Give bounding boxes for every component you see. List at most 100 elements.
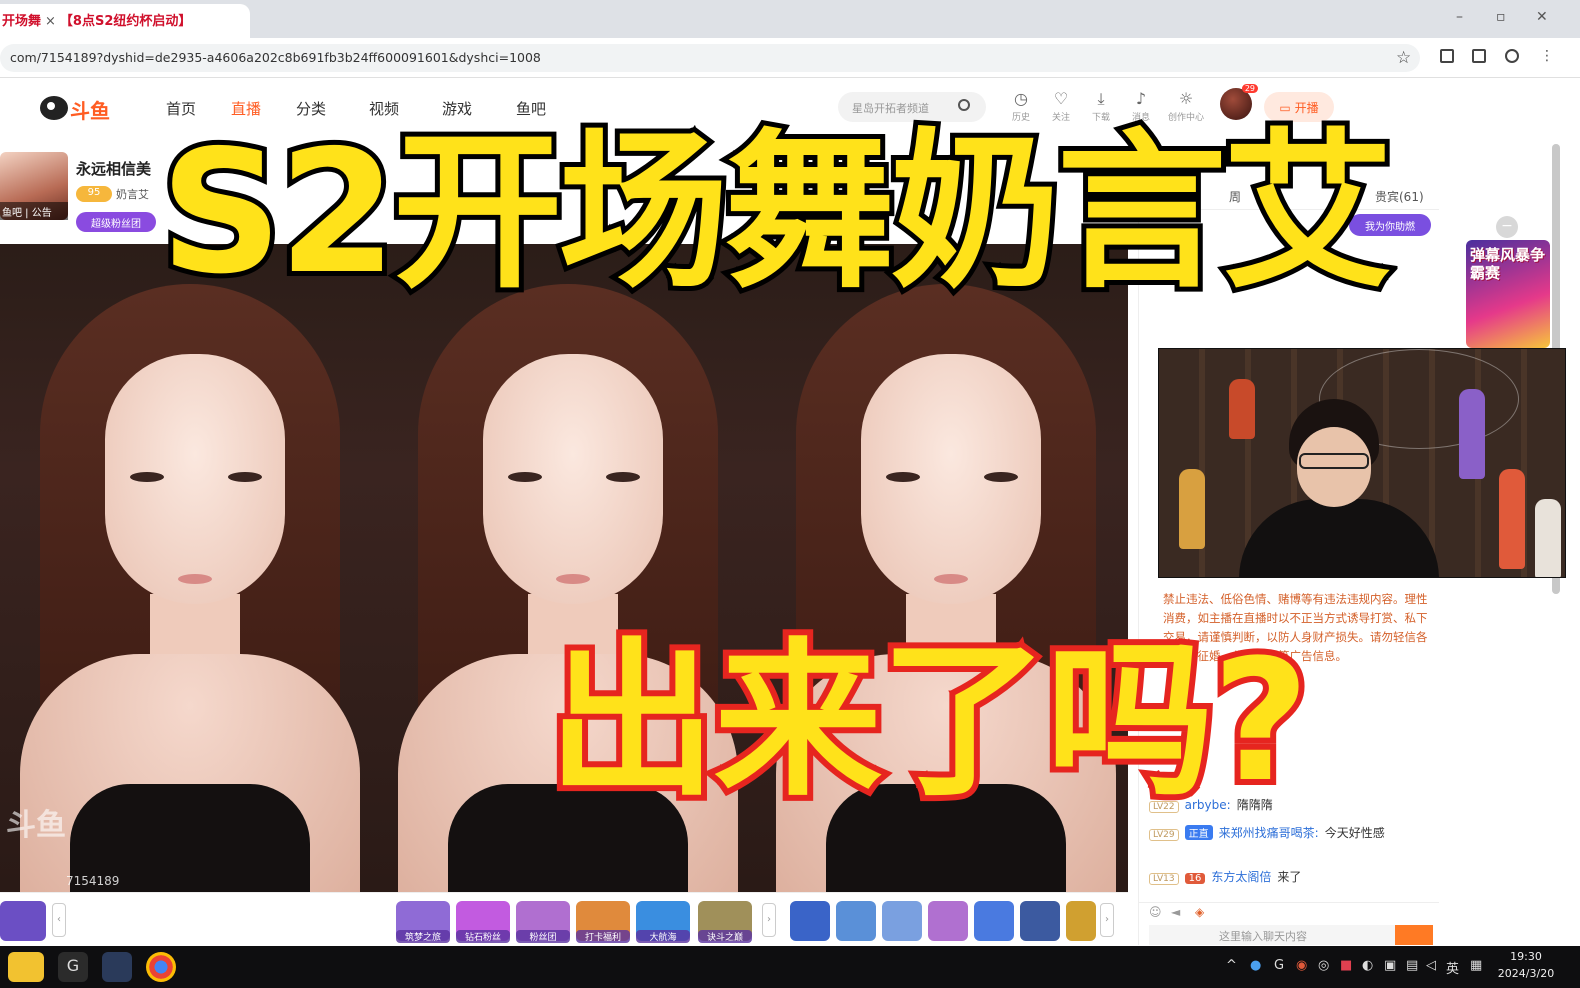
- gift-item[interactable]: 钻石粉丝: [456, 901, 510, 943]
- close-window-icon[interactable]: ✕: [1536, 9, 1548, 25]
- gift-item[interactable]: [974, 901, 1014, 941]
- profile-icon[interactable]: [1505, 49, 1519, 63]
- chrome-icon[interactable]: [146, 952, 176, 982]
- taskbar: G ^ ● G ◉ ◎ ■ ◐ ▣ ▤ ◁ 英 ▦ 19:30 2024/3/2…: [0, 946, 1580, 988]
- gift-item[interactable]: 诀斗之巅: [698, 901, 752, 943]
- chat-username[interactable]: 东方太阁倍: [1211, 870, 1271, 884]
- room-title: 永远相信美: [76, 160, 152, 178]
- gift-item[interactable]: [928, 901, 968, 941]
- gift-label: 诀斗之巅: [698, 930, 752, 943]
- bell-icon: ♪: [1135, 89, 1147, 108]
- gift-label: 打卡福利: [576, 930, 630, 943]
- bulb-icon: ☼: [1178, 89, 1194, 108]
- league-app-icon[interactable]: [102, 952, 132, 982]
- download-icon: ⤓: [1097, 89, 1105, 108]
- chat-message: LV29 正直 来郑州找痛哥喝茶: 今天好性感: [1149, 824, 1385, 841]
- tray-bluetooth-icon[interactable]: ●: [1250, 958, 1261, 973]
- maximize-icon[interactable]: ▫: [1496, 9, 1506, 25]
- gift-more-icon[interactable]: ›: [1100, 903, 1114, 937]
- gift-item[interactable]: 打卡福利: [576, 901, 630, 943]
- bookmark-star-icon[interactable]: ☆: [1396, 48, 1411, 68]
- start-stream-label: 开播: [1294, 101, 1319, 115]
- chat-input[interactable]: 这里输入聊天内容: [1149, 925, 1399, 945]
- send-button[interactable]: [1395, 925, 1433, 945]
- search-icon[interactable]: [958, 99, 970, 111]
- gift-label: 大航海: [636, 930, 690, 943]
- tray-expand-icon[interactable]: ^: [1226, 958, 1237, 973]
- clock-date: 2024/3/20: [1497, 967, 1555, 980]
- gift-item[interactable]: 大航海: [636, 901, 690, 943]
- heart-icon: ♡: [1053, 89, 1069, 108]
- anchor-name[interactable]: 奶言艾: [116, 186, 149, 202]
- tray-record-icon[interactable]: ■: [1340, 958, 1352, 973]
- webcam-overlay: [1158, 348, 1566, 578]
- fans-badge: 正直: [1184, 825, 1213, 840]
- megaphone-icon[interactable]: ◄: [1171, 905, 1180, 919]
- gift-item[interactable]: [1020, 901, 1060, 941]
- notice-tag[interactable]: 公告: [32, 208, 52, 219]
- task-hall-icon[interactable]: [0, 901, 46, 941]
- sidepanel-icon[interactable]: [1472, 49, 1486, 63]
- gift-item[interactable]: [882, 901, 922, 941]
- tab-title-extra: 【8点S2纽约杯启动】: [59, 14, 192, 29]
- tray-g-icon[interactable]: G: [1274, 958, 1284, 973]
- volume-icon[interactable]: ◁: [1426, 958, 1436, 973]
- gift-item[interactable]: [790, 901, 830, 941]
- gift-label: 筑梦之旅: [396, 930, 450, 943]
- gift-scroll-left-icon[interactable]: ‹: [52, 903, 66, 937]
- streamer-avatar[interactable]: 鱼吧 | 公告: [0, 152, 68, 220]
- fans-club-button[interactable]: 超级粉丝团: [76, 212, 156, 232]
- clock-icon: ◷: [1014, 89, 1028, 108]
- fans-badge: 16: [1184, 873, 1206, 884]
- chat-username[interactable]: 来郑州找痛哥喝茶:: [1219, 826, 1319, 840]
- cast-icon[interactable]: [1440, 49, 1454, 63]
- taskbar-clock[interactable]: 19:30 2024/3/20: [1496, 948, 1556, 982]
- tab-close-icon[interactable]: ×: [45, 14, 56, 29]
- tab-title: 开场舞: [2, 14, 42, 29]
- fish-icon: [40, 96, 68, 120]
- gift-label: 钻石粉丝: [456, 930, 510, 943]
- gift-label: 粉丝团: [516, 930, 570, 943]
- gift-item[interactable]: 粉丝团: [516, 901, 570, 943]
- gift-item[interactable]: 筑梦之旅: [396, 901, 450, 943]
- anchor-level-badge: 95: [76, 186, 112, 202]
- douyu-app-icon[interactable]: [8, 952, 44, 982]
- douyu-logo[interactable]: 斗鱼: [40, 94, 114, 123]
- url-input[interactable]: com/7154189?dyshid=de2935-a4606a202c8b69…: [0, 44, 1420, 72]
- user-level-badge: LV13: [1149, 873, 1179, 885]
- chat-text: 来了: [1277, 870, 1302, 884]
- gift-scroll-right-icon[interactable]: ›: [762, 903, 776, 937]
- douyu-watermark: 斗鱼: [6, 808, 66, 843]
- menu-icon[interactable]: ⋮: [1540, 48, 1554, 64]
- promo-title: 弹幕风暴争霸赛: [1470, 246, 1546, 282]
- gift-mini-icon[interactable]: ◈: [1195, 905, 1204, 919]
- video-panel-left: [0, 244, 380, 892]
- tray-app3-icon[interactable]: ▣: [1384, 958, 1396, 973]
- chat-input-area: ☺ ◄ ◈ 这里输入聊天内容: [1139, 902, 1439, 945]
- ime-grid-icon[interactable]: ▦: [1470, 958, 1482, 973]
- avatar-tags: 鱼吧 | 公告: [0, 202, 68, 220]
- minimize-icon[interactable]: –: [1456, 9, 1463, 25]
- collapse-icon[interactable]: −: [1496, 216, 1518, 238]
- gift-item[interactable]: [1066, 901, 1096, 941]
- gift-item[interactable]: [836, 901, 876, 941]
- logo-text: 斗鱼: [70, 99, 110, 123]
- screen: 开场舞 × 【8点S2纽约杯启动】 – ▫ ✕ com/7154189?dyshid…: [0, 0, 1580, 988]
- tray-steam-icon[interactable]: ◎: [1318, 958, 1329, 973]
- emoji-icon[interactable]: ☺: [1149, 905, 1162, 919]
- promo-banner[interactable]: 弹幕风暴争霸赛: [1466, 240, 1550, 348]
- yuba-tag[interactable]: 鱼吧: [2, 208, 22, 219]
- user-level-badge: LV29: [1149, 829, 1179, 841]
- clock-time: 19:30: [1510, 950, 1542, 963]
- tray-app2-icon[interactable]: ◐: [1362, 958, 1373, 973]
- room-id-watermark: 7154189: [66, 874, 120, 888]
- browser-tab[interactable]: 开场舞 × 【8点S2纽约杯启动】: [0, 4, 250, 38]
- camera-icon: ▭: [1279, 101, 1295, 115]
- network-icon[interactable]: ▤: [1406, 958, 1418, 973]
- tray-app-icon[interactable]: ◉: [1296, 958, 1307, 973]
- g-app-icon[interactable]: G: [58, 952, 88, 982]
- subline-overlay: 出来了吗?: [542, 620, 1315, 822]
- input-language[interactable]: 英: [1446, 958, 1459, 977]
- chat-message: LV13 16 东方太阁倍 来了: [1149, 868, 1301, 885]
- avatar-badge: 29: [1241, 84, 1258, 93]
